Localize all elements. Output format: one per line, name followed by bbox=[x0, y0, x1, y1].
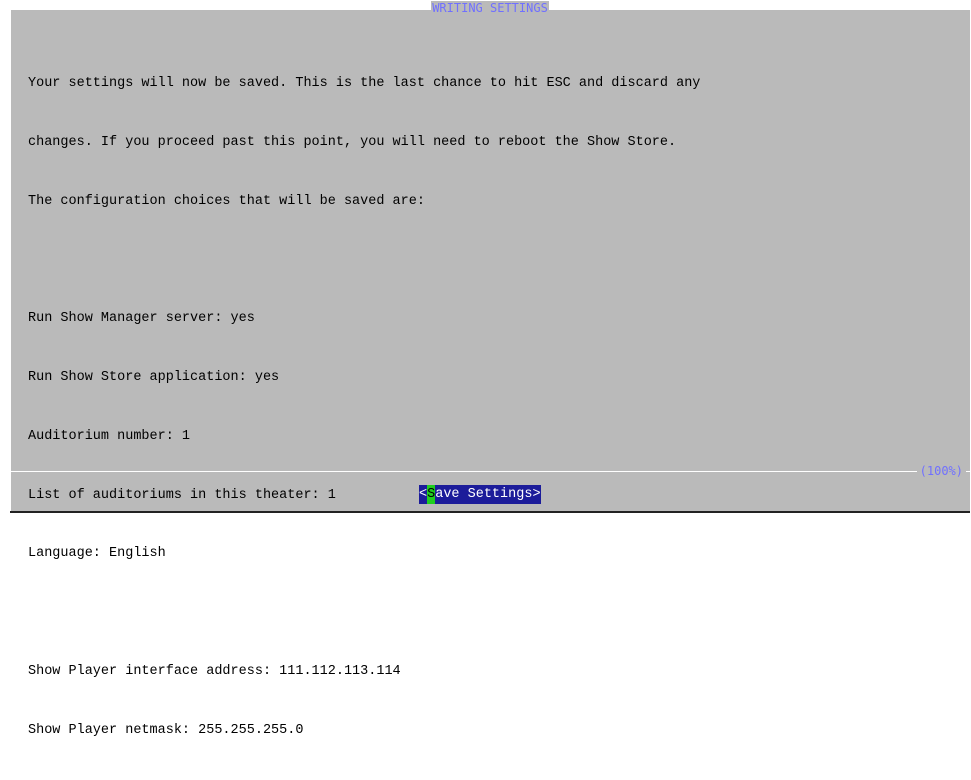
body-line bbox=[28, 603, 960, 623]
setting-auditorium-number: Auditorium number: 1 bbox=[28, 428, 191, 444]
scroll-percent-indicator: (100%) bbox=[916, 464, 966, 478]
button-separator bbox=[10, 471, 970, 472]
button-close-bracket: > bbox=[532, 487, 541, 502]
setting-interface-address: Show Player interface address: 111.112.1… bbox=[28, 664, 401, 679]
writing-settings-dialog: WRITING SETTINGS Your settings will now … bbox=[10, 1, 970, 738]
setting-run-show-store: Run Show Store application: yes bbox=[28, 370, 280, 386]
body-line: Your settings will now be saved. This is… bbox=[28, 76, 701, 92]
dialog-left-border bbox=[10, 9, 11, 513]
dialog-title: WRITING SETTINGS bbox=[431, 1, 549, 15]
dialog-title-row: WRITING SETTINGS bbox=[10, 1, 970, 16]
save-settings-button[interactable]: < Save Settings > bbox=[419, 485, 541, 504]
setting-netmask: Show Player netmask: 255.255.255.0 bbox=[28, 722, 304, 738]
button-label: ave Settings bbox=[435, 487, 533, 502]
body-line bbox=[28, 251, 960, 271]
body-line: The configuration choices that will be s… bbox=[28, 193, 425, 209]
setting-run-show-manager: Run Show Manager server: yes bbox=[28, 311, 255, 327]
button-open-bracket: < bbox=[419, 487, 428, 502]
dialog-body: Your settings will now be saved. This is… bbox=[28, 35, 960, 780]
body-line: changes. If you proceed past this point,… bbox=[28, 134, 677, 150]
button-hotkey: S bbox=[427, 485, 436, 504]
setting-language: Language: English bbox=[28, 546, 166, 562]
